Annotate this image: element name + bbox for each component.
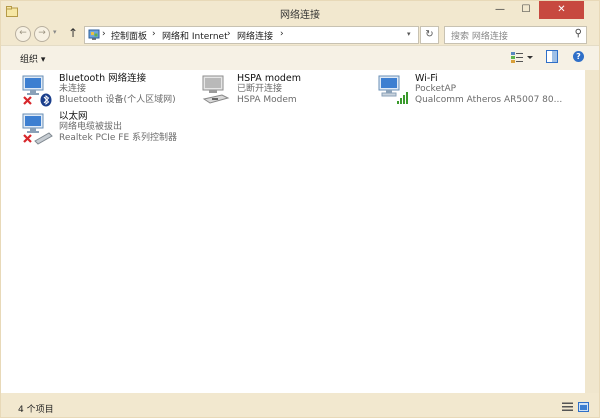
connection-item-hspa-modem[interactable]: HSPA modem 已断开连接 HSPA Modem [198, 73, 368, 107]
control-panel-icon [88, 29, 100, 40]
breadcrumb-network-connections[interactable]: 网络连接 [237, 29, 273, 42]
connection-device: HSPA Modem [237, 95, 297, 105]
refresh-button[interactable]: ↻ [420, 26, 439, 44]
search-input[interactable]: 搜索 网络连接 ⚲ [444, 26, 587, 44]
connection-device: Qualcomm Atheros AR5007 80... [415, 95, 563, 105]
connection-name: HSPA modem [237, 73, 302, 84]
connection-name: Bluetooth 网络连接 [59, 73, 147, 84]
breadcrumb-separator[interactable]: › [227, 29, 231, 39]
title-bar[interactable]: 网络连接 — ☐ ✕ [1, 1, 599, 23]
breadcrumb-separator[interactable]: › [102, 29, 106, 39]
breadcrumb-separator[interactable]: › [280, 29, 284, 39]
breadcrumb-network-internet[interactable]: 网络和 Internet [162, 29, 228, 42]
preview-pane-icon[interactable] [546, 50, 558, 63]
close-button[interactable]: ✕ [539, 1, 584, 19]
right-frame-edge [585, 70, 599, 393]
connection-status: 已断开连接 [237, 84, 283, 94]
back-button[interactable]: ← [15, 26, 31, 42]
forward-button[interactable]: → [34, 26, 50, 42]
search-placeholder: 搜索 网络连接 [451, 32, 508, 42]
up-button[interactable]: ↑ [68, 26, 78, 40]
details-view-icon[interactable] [562, 402, 573, 412]
breadcrumb-separator[interactable]: › [152, 29, 156, 39]
organize-menu-button[interactable]: 组织 ▾ [20, 52, 45, 65]
connection-device: Bluetooth 设备(个人区域网) [59, 95, 176, 105]
maximize-button[interactable]: ☐ [513, 1, 539, 19]
modem-icon [202, 75, 230, 104]
change-view-icon[interactable] [509, 50, 535, 65]
item-count: 4 个项目 [18, 405, 54, 415]
help-button[interactable]: ? [573, 51, 584, 62]
status-bar: 4 个项目 [1, 393, 599, 417]
explorer-window: 网络连接 — ☐ ✕ ← → ▾ ↑ › 控制面板 › 网络和 Internet… [0, 0, 600, 418]
search-icon[interactable]: ⚲ [575, 28, 582, 39]
bluetooth-adapter-icon [22, 75, 52, 107]
connection-name: 以太网 [59, 111, 88, 122]
breadcrumb-control-panel[interactable]: 控制面板 [111, 29, 147, 42]
address-bar[interactable]: › 控制面板 › 网络和 Internet › 网络连接 › ▾ [84, 26, 419, 44]
connection-device: Realtek PCIe FE 系列控制器 [59, 133, 178, 143]
minimize-button[interactable]: — [487, 1, 513, 19]
connections-list[interactable]: Bluetooth 网络连接 未连接 Bluetooth 设备(个人区域网) H… [1, 70, 585, 393]
connection-item-ethernet[interactable]: 以太网 网络电缆被拔出 Realtek PCIe FE 系列控制器 [20, 111, 190, 145]
command-bar: 组织 ▾ ? [1, 45, 599, 71]
connection-name: Wi-Fi [415, 73, 438, 84]
connection-status: 网络电缆被拔出 [59, 122, 123, 132]
navigation-bar: ← → ▾ ↑ › 控制面板 › 网络和 Internet › 网络连接 › ▾… [1, 23, 599, 45]
connection-item-bluetooth[interactable]: Bluetooth 网络连接 未连接 Bluetooth 设备(个人区域网) [20, 73, 190, 107]
connection-item-wifi[interactable]: Wi-Fi PocketAP Qualcomm Atheros AR5007 8… [376, 73, 576, 107]
recent-locations-dropdown[interactable]: ▾ [53, 28, 57, 36]
wifi-adapter-icon [378, 75, 408, 104]
large-icons-view-icon[interactable] [578, 402, 589, 412]
connection-status: PocketAP [415, 84, 457, 94]
address-history-dropdown[interactable]: ▾ [407, 30, 411, 38]
ethernet-adapter-icon [22, 113, 53, 145]
connection-status: 未连接 [59, 84, 87, 94]
